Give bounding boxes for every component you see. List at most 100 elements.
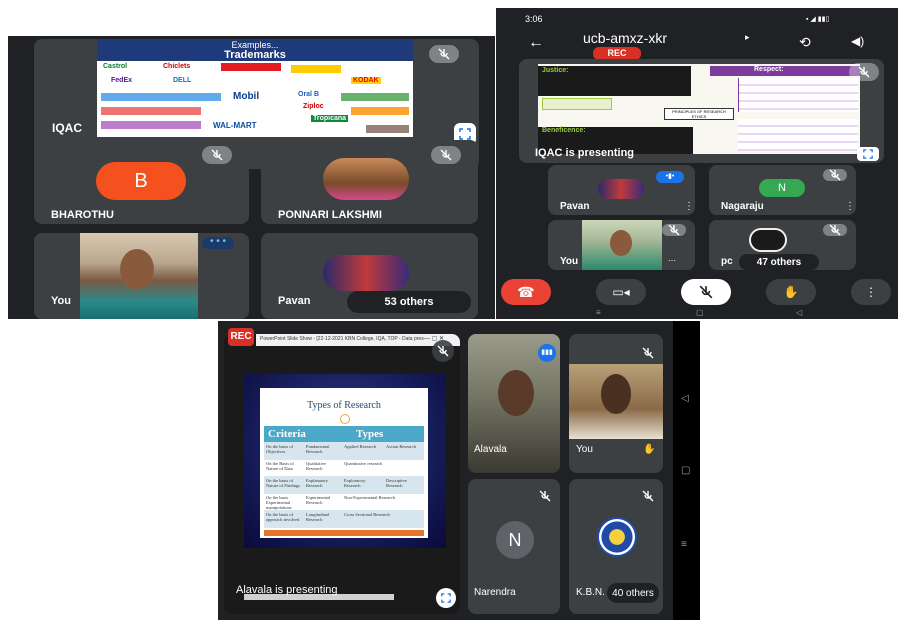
logo-collage: Castrol Chiclets FedEx DELL Mobil Oral B… <box>101 63 409 135</box>
avatar: B <box>96 162 186 200</box>
end-call-button[interactable]: ☎ <box>501 279 551 305</box>
camera-toggle-button[interactable]: ▭◂ <box>596 279 646 305</box>
slide-footer-bar <box>264 530 424 536</box>
mic-off-icon <box>662 224 686 236</box>
mic-off-icon <box>823 224 847 236</box>
participant-tile-kbn[interactable]: K.B.N. 40 others <box>569 479 663 614</box>
participant-tile-pavan[interactable]: Pavan 53 others <box>261 233 478 319</box>
others-count-badge[interactable]: 40 others <box>607 583 659 603</box>
fullscreen-icon[interactable] <box>857 147 879 161</box>
more-vert-icon[interactable]: ⋮ <box>845 201 855 212</box>
avatar: N <box>496 521 534 559</box>
others-count-badge[interactable]: 53 others <box>347 291 471 313</box>
video-camera-icon: ▭◂ <box>612 285 630 299</box>
bottom-meet-panel: PowerPoint Slide Show - [22-12-2021 KBN … <box>218 321 700 620</box>
status-time: 3:06 <box>525 14 543 24</box>
android-nav-strip: ◁ ▢ ≡ <box>673 321 700 620</box>
shared-slide: Types of Research Criteria Types On the … <box>260 388 428 538</box>
presentation-tile[interactable]: PowerPoint Slide Show - [22-12-2021 KBN … <box>224 334 460 614</box>
participant-tile-alavala[interactable]: Alavala ▮▮▮ <box>468 334 560 473</box>
mic-off-icon <box>432 340 454 362</box>
avatar <box>598 179 644 199</box>
presenting-label: IQAC is presenting <box>535 147 635 159</box>
participant-name: Pavan <box>560 201 590 212</box>
mic-off-icon <box>429 45 459 63</box>
hand-icon: ✋ <box>783 285 799 299</box>
status-icons: ▪ ◢ ▮▮▯ <box>806 16 830 23</box>
more-options-button[interactable]: ⋮ <box>851 279 891 305</box>
speaking-indicator-icon: •▮• <box>656 171 684 183</box>
effects-icon[interactable]: ⋯ <box>668 256 676 265</box>
participant-name: You <box>560 256 579 267</box>
back-icon[interactable]: ◁ <box>681 393 689 404</box>
slide-table-header: Criteria Types <box>264 426 424 442</box>
mic-off-icon <box>637 342 659 364</box>
others-count-badge[interactable]: 47 others <box>739 254 819 270</box>
menu-icon[interactable]: ≡ <box>596 308 601 317</box>
participant-tile-narendra[interactable]: N Narendra <box>468 479 560 614</box>
participant-tile-others[interactable]: pc 47 others <box>709 220 856 270</box>
participant-name: You <box>576 444 593 455</box>
participant-tile-nagaraju[interactable]: N Nagaraju ⋮ <box>709 165 856 215</box>
speaking-indicator-icon: ▮▮▮ <box>538 344 556 362</box>
face <box>601 374 631 414</box>
raised-hand-icon: ✋ <box>643 444 656 455</box>
home-icon[interactable]: ▢ <box>681 465 690 476</box>
chevron-right-icon[interactable]: ▸ <box>745 32 750 43</box>
fullscreen-icon[interactable] <box>436 588 456 608</box>
participant-name: Alavala <box>474 444 507 455</box>
phone-hangup-icon: ☎ <box>517 283 535 300</box>
shared-slide: Examples... Trademarks Castrol Chiclets … <box>97 39 413 137</box>
switch-camera-icon[interactable]: ⟲ <box>799 34 811 51</box>
participant-name: You <box>51 295 71 307</box>
slide-circle-icon <box>340 414 350 424</box>
participant-name: BHAROTHU <box>51 209 114 221</box>
top-right-phone-panel: 3:06 ▪ ◢ ▮▮▯ ← ucb-amxz-xkr ▸ REC ⟲ ◀) J… <box>496 8 898 319</box>
participant-tile-pavan[interactable]: Pavan •▮• ⋮ <box>548 165 695 215</box>
back-icon[interactable]: ◁ <box>796 308 802 317</box>
participant-tile-you[interactable]: You • • • <box>34 233 249 319</box>
participant-name: Narendra <box>474 587 516 598</box>
avatar <box>323 158 409 200</box>
window-title: PowerPoint Slide Show - [22-12-2021 KBN … <box>260 336 424 342</box>
top-left-meet-panel: Examples... Trademarks Castrol Chiclets … <box>8 36 495 319</box>
face <box>610 230 632 256</box>
slide-subtitle: Trademarks <box>224 49 286 61</box>
participant-name: Nagaraju <box>721 201 764 212</box>
mic-off-icon <box>202 146 232 164</box>
speaker-icon[interactable]: ◀) <box>851 34 864 48</box>
home-icon[interactable]: ▢ <box>696 308 704 317</box>
participant-name: PONNARI LAKSHMI <box>278 209 382 221</box>
mic-off-icon <box>637 485 659 507</box>
shared-slide: Justice: Respect: PRINCIPLES OF RESEARCH… <box>538 64 860 154</box>
mic-toggle-button[interactable] <box>681 279 731 305</box>
participant-tile-you[interactable]: You ⋯ <box>548 220 695 270</box>
avatar: N <box>759 179 805 197</box>
college-logo <box>597 517 637 557</box>
face <box>498 370 534 416</box>
avatar <box>323 255 409 291</box>
participant-name: pc <box>721 256 733 267</box>
presentation-tile[interactable]: Justice: Respect: PRINCIPLES OF RESEARCH… <box>519 59 884 163</box>
slide-table-body: On the basis of Objectives Fundamental R… <box>264 442 424 528</box>
participant-name: K.B.N. <box>576 587 605 598</box>
raise-hand-button[interactable]: ✋ <box>766 279 816 305</box>
mic-off-icon <box>699 285 713 299</box>
rec-badge: REC <box>228 328 254 346</box>
more-vert-icon: ⋮ <box>865 285 877 299</box>
meeting-code[interactable]: ucb-amxz-xkr <box>583 30 667 46</box>
mic-off-icon <box>534 485 556 507</box>
more-vert-icon[interactable]: ⋮ <box>684 201 694 212</box>
more-options-icon[interactable]: • • • <box>202 237 234 249</box>
obs-logo-icon <box>749 228 787 252</box>
menu-icon[interactable]: ≡ <box>681 539 687 550</box>
back-arrow-icon[interactable]: ← <box>528 34 544 52</box>
slide-title: Types of Research <box>307 400 381 411</box>
presenter-label: IQAC <box>52 121 82 135</box>
participant-tile-bharothu[interactable]: B BHAROTHU <box>34 140 249 224</box>
mic-off-icon <box>823 169 847 181</box>
participant-tile-you[interactable]: You ✋ <box>569 334 663 473</box>
participant-name: Pavan <box>278 295 311 307</box>
mic-off-icon <box>849 63 879 81</box>
participant-tile-ponnari-lakshmi[interactable]: PONNARI LAKSHMI <box>261 140 478 224</box>
